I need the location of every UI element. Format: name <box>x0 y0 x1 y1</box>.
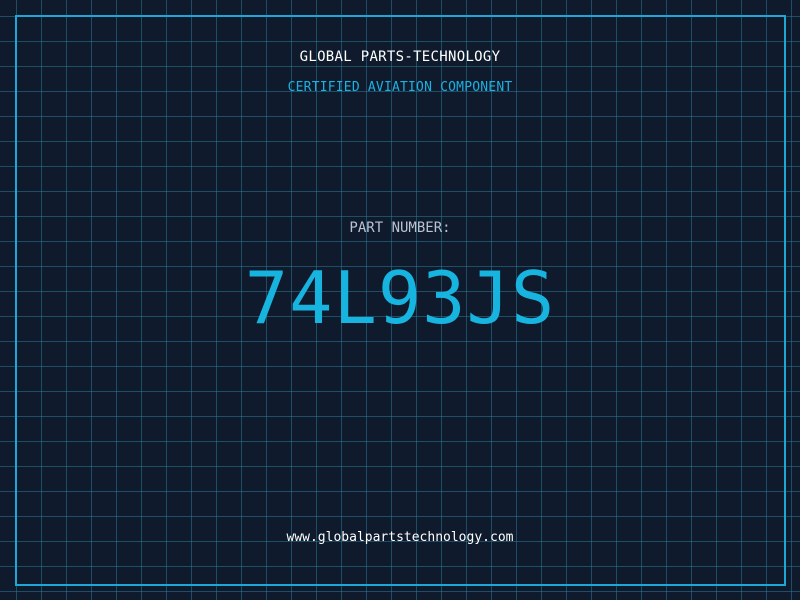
company-name: GLOBAL PARTS-TECHNOLOGY <box>299 49 501 65</box>
website-url: www.globalpartstechnology.com <box>286 530 514 545</box>
certification-subtitle: CERTIFIED AVIATION COMPONENT <box>287 80 513 95</box>
part-number-label: PART NUMBER: <box>349 220 451 236</box>
part-number-value: 74L93JS <box>244 256 556 340</box>
label-card: GLOBAL PARTS-TECHNOLOGY CERTIFIED AVIATI… <box>0 0 800 600</box>
